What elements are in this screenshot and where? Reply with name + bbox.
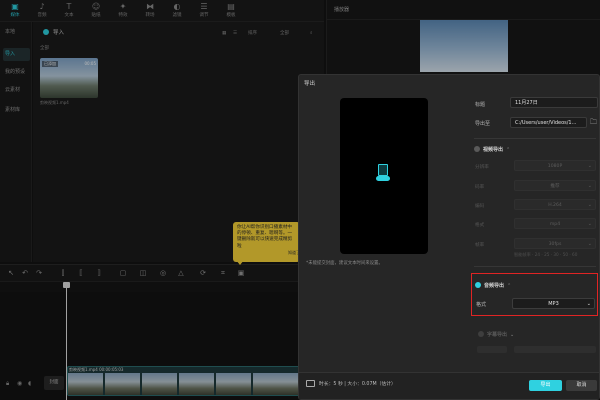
dialog-title: 导出 bbox=[304, 81, 316, 87]
chevron-up-icon[interactable]: ⌃ bbox=[506, 147, 510, 153]
title-label: 标题 bbox=[475, 102, 486, 108]
framerate-label: 帧率 bbox=[475, 243, 485, 248]
codec-select[interactable]: H.264 ⌄ bbox=[514, 199, 596, 210]
chevron-up-icon[interactable]: ⌃ bbox=[507, 283, 511, 289]
codec-label: 编码 bbox=[475, 204, 485, 209]
subtitle-select-placeholder bbox=[514, 346, 596, 353]
audio-format-select[interactable]: MP3 ⌄ bbox=[512, 298, 595, 309]
cancel-button[interactable]: 取消 bbox=[566, 380, 597, 391]
bitrate-select[interactable]: 推荐 ⌄ bbox=[514, 180, 596, 191]
audio-export-toggle[interactable]: 音频导出 ⌃ bbox=[475, 282, 511, 289]
audio-export-checkbox[interactable] bbox=[475, 282, 481, 288]
audio-export-highlight bbox=[471, 273, 598, 316]
resolution-select[interactable]: 1080P ⌄ bbox=[514, 160, 596, 171]
path-input[interactable]: C:/Users/user/Videos/1... bbox=[510, 117, 587, 128]
title-input[interactable]: 11月27日 bbox=[510, 97, 598, 108]
divider bbox=[474, 266, 596, 267]
bitrate-label: 码率 bbox=[475, 185, 485, 190]
resolution-label: 分辨率 bbox=[475, 165, 489, 170]
export-button[interactable]: 导出 bbox=[529, 380, 562, 391]
edit-cover-icon[interactable] bbox=[376, 164, 390, 182]
video-export-label: 视频导出 bbox=[483, 147, 504, 153]
framerate-options: 智能帧率 · 24 · 25 · 30 · 50 · 60 bbox=[514, 252, 578, 257]
audio-format-label: 格式 bbox=[476, 302, 487, 308]
subtitle-export-checkbox[interactable] bbox=[478, 331, 484, 337]
audio-export-label: 音频导出 bbox=[484, 283, 505, 289]
subtitle-export-toggle[interactable]: 字幕导出 ⌄ bbox=[478, 331, 514, 338]
video-export-toggle[interactable]: 视频导出 ⌃ bbox=[474, 146, 510, 153]
subtitle-option-placeholder bbox=[477, 346, 507, 353]
format-label: 格式 bbox=[475, 223, 485, 228]
folder-icon[interactable]: 🗀︎ bbox=[589, 118, 598, 127]
path-label: 导出至 bbox=[475, 121, 491, 127]
cover-note: *未能提交封面，建议文本时间来设置。 bbox=[306, 261, 383, 266]
export-info: 时长：5 秒 | 大小：0.07M（估计） bbox=[319, 382, 396, 387]
video-format-select[interactable]: mp4 ⌄ bbox=[514, 218, 596, 229]
subtitle-export-label: 字幕导出 bbox=[487, 332, 508, 338]
chevron-down-icon[interactable]: ⌄ bbox=[510, 332, 514, 338]
film-icon bbox=[306, 380, 315, 387]
divider bbox=[474, 138, 596, 139]
framerate-select[interactable]: 30fps ⌄ bbox=[514, 238, 596, 249]
video-export-checkbox[interactable] bbox=[474, 146, 480, 152]
